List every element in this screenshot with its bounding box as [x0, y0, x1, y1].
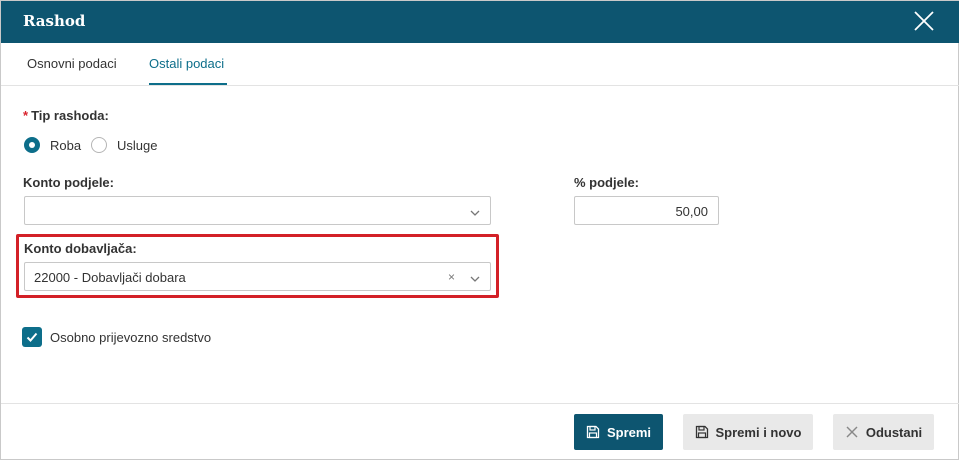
konto-dobavljaca-value: 22000 - Dobavljači dobara	[34, 270, 186, 285]
floppy-disk-icon	[695, 425, 709, 439]
konto-podjele-label: Konto podjele:	[23, 175, 114, 190]
close-icon[interactable]	[912, 9, 936, 33]
postotak-podjele-label: % podjele:	[574, 175, 640, 190]
tip-rashoda-label: * Tip rashoda:	[23, 108, 109, 123]
osobno-prijevozno-sredstvo-checkbox[interactable]	[23, 328, 41, 346]
osobno-prijevozno-sredstvo-label[interactable]: Osobno prijevozno sredstvo	[50, 330, 211, 345]
radio-usluge[interactable]	[91, 137, 107, 153]
dialog-header: Rashod	[1, 1, 959, 43]
close-icon	[845, 425, 859, 439]
cancel-button[interactable]: Odustani	[833, 414, 934, 450]
clear-icon[interactable]: ×	[448, 270, 455, 284]
cancel-button-label: Odustani	[865, 424, 923, 440]
save-and-new-button-label: Spremi i novo	[715, 424, 802, 440]
floppy-disk-icon	[586, 425, 600, 439]
save-button-label: Spremi	[606, 424, 652, 440]
tab-osnovni-podaci[interactable]: Osnovni podaci	[27, 56, 117, 71]
postotak-podjele-input[interactable]: 50,00	[574, 196, 719, 225]
radio-roba-label[interactable]: Roba	[50, 138, 81, 153]
chevron-down-icon	[470, 206, 480, 216]
save-and-new-button[interactable]: Spremi i novo	[683, 414, 813, 450]
konto-dobavljaca-label: Konto dobavljača:	[24, 241, 137, 256]
chevron-down-icon	[470, 272, 480, 282]
required-marker: *	[23, 108, 29, 123]
save-button[interactable]: Spremi	[574, 414, 663, 450]
radio-roba[interactable]	[24, 137, 40, 153]
dialog-title: Rashod	[23, 12, 86, 30]
footer-divider	[1, 403, 959, 404]
active-tab-indicator	[149, 83, 227, 85]
konto-podjele-select[interactable]	[24, 196, 491, 225]
tip-rashoda-label-text: Tip rashoda:	[31, 108, 109, 123]
konto-dobavljaca-select[interactable]: 22000 - Dobavljači dobara ×	[24, 262, 491, 291]
tab-bar: Osnovni podaci Ostali podaci	[1, 43, 959, 86]
radio-usluge-label[interactable]: Usluge	[117, 138, 157, 153]
tab-ostali-podaci[interactable]: Ostali podaci	[149, 56, 224, 71]
rashod-dialog: Rashod Osnovni podaci Ostali podaci * Tip…	[0, 0, 959, 460]
postotak-podjele-value: 50,00	[675, 204, 708, 219]
